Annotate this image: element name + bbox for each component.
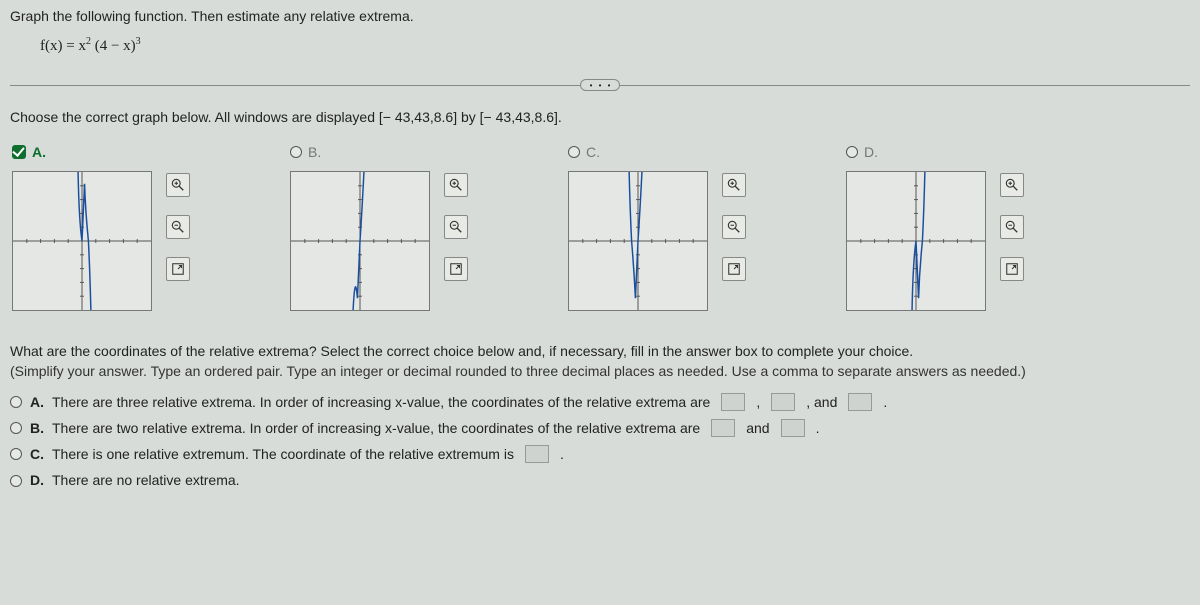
choice-a-text-mid2: , and — [806, 392, 837, 412]
answer-blank[interactable] — [848, 393, 872, 411]
section-divider: • • • — [10, 79, 1190, 91]
expand-graph-icon[interactable] — [444, 257, 468, 281]
choice-b-text-post: . — [816, 418, 820, 438]
option-label-c: C. — [586, 144, 600, 160]
graph-option-d: D. — [846, 143, 1024, 311]
option-label-a: A. — [32, 144, 46, 160]
choice-a-row: A. There are three relative extrema. In … — [10, 392, 1190, 412]
zoom-out-icon[interactable] — [722, 215, 746, 239]
answer-blank[interactable] — [711, 419, 735, 437]
expand-icon[interactable]: • • • — [580, 79, 620, 91]
graph-option-b: B. — [290, 143, 468, 311]
option-label-b: B. — [308, 144, 321, 160]
answer-blank[interactable] — [721, 393, 745, 411]
zoom-in-icon[interactable] — [444, 173, 468, 197]
zoom-in-icon[interactable] — [722, 173, 746, 197]
extrema-question: What are the coordinates of the relative… — [10, 341, 1190, 361]
choice-a-text-mid1: , — [756, 392, 760, 412]
answer-blank[interactable] — [781, 419, 805, 437]
choice-b-text-pre: There are two relative extrema. In order… — [52, 418, 700, 438]
zoom-in-icon[interactable] — [1000, 173, 1024, 197]
expand-graph-icon[interactable] — [1000, 257, 1024, 281]
zoom-out-icon[interactable] — [166, 215, 190, 239]
choice-b-row: B. There are two relative extrema. In or… — [10, 418, 1190, 438]
radio-b[interactable] — [290, 146, 302, 158]
choice-a-text-pre: There are three relative extrema. In ord… — [52, 392, 710, 412]
choice-c-text-pre: There is one relative extremum. The coor… — [52, 444, 514, 464]
radio-choice-b[interactable] — [10, 422, 22, 434]
choice-d-row: D. There are no relative extrema. — [10, 470, 1190, 490]
extrema-section: What are the coordinates of the relative… — [10, 341, 1190, 491]
expand-graph-icon[interactable] — [722, 257, 746, 281]
answer-blank[interactable] — [771, 393, 795, 411]
choice-c-letter: C. — [30, 444, 44, 464]
function-equation: f(x) = x2 (4 − x)3 — [40, 36, 1190, 55]
question-prompt: Graph the following function. Then estim… — [10, 8, 1190, 24]
expand-graph-icon[interactable] — [166, 257, 190, 281]
choice-c-text-post: . — [560, 444, 564, 464]
graph-thumbnail-b — [290, 171, 430, 311]
answer-blank[interactable] — [525, 445, 549, 463]
choice-b-text-mid: and — [746, 418, 769, 438]
zoom-out-icon[interactable] — [1000, 215, 1024, 239]
choice-a-text-post: . — [883, 392, 887, 412]
radio-a[interactable] — [12, 145, 26, 159]
graph-instruction: Choose the correct graph below. All wind… — [10, 109, 1190, 125]
choice-b-letter: B. — [30, 418, 44, 438]
graph-option-c: C. — [568, 143, 746, 311]
choice-d-text-pre: There are no relative extrema. — [52, 470, 240, 490]
radio-c[interactable] — [568, 146, 580, 158]
radio-d[interactable] — [846, 146, 858, 158]
zoom-out-icon[interactable] — [444, 215, 468, 239]
graph-thumbnail-c — [568, 171, 708, 311]
choice-c-row: C. There is one relative extremum. The c… — [10, 444, 1190, 464]
choice-a-letter: A. — [30, 392, 44, 412]
graph-thumbnail-d — [846, 171, 986, 311]
option-label-d: D. — [864, 144, 878, 160]
radio-choice-d[interactable] — [10, 475, 22, 487]
zoom-in-icon[interactable] — [166, 173, 190, 197]
radio-choice-a[interactable] — [10, 396, 22, 408]
radio-choice-c[interactable] — [10, 448, 22, 460]
graph-thumbnail-a — [12, 171, 152, 311]
extrema-hint: (Simplify your answer. Type an ordered p… — [10, 361, 1190, 381]
choice-d-letter: D. — [30, 470, 44, 490]
graph-option-a: A. — [12, 143, 190, 311]
graph-options-row: A. — [12, 143, 1190, 311]
